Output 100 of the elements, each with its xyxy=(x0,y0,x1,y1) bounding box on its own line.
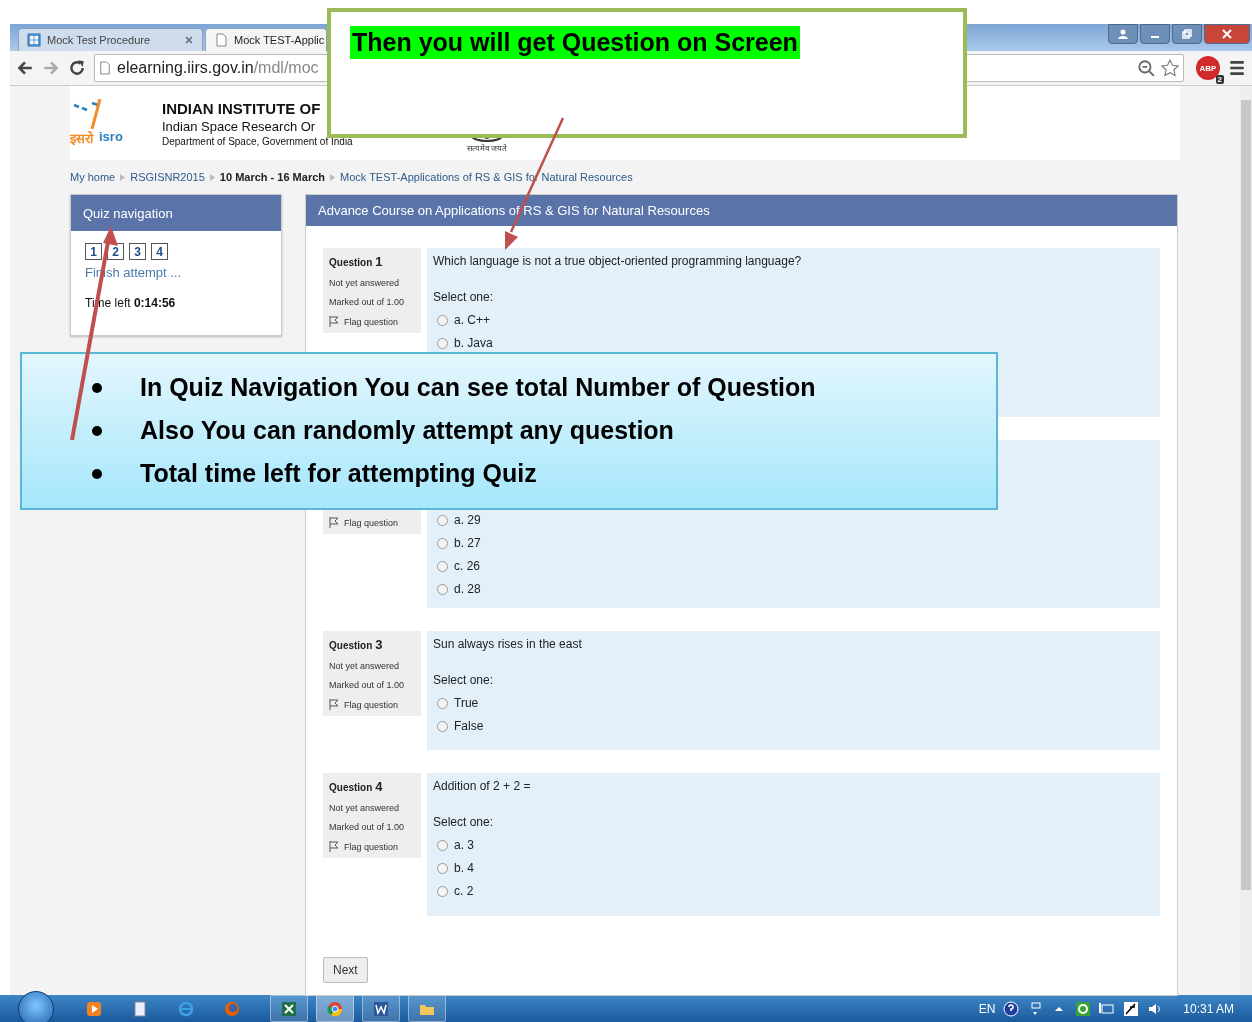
tab-title: Mock Test Procedure xyxy=(47,34,151,46)
person-icon xyxy=(1117,28,1129,40)
answer-option[interactable]: c. 2 xyxy=(433,884,1154,898)
bullet-icon xyxy=(92,468,102,479)
answer-option[interactable]: d. 28 xyxy=(433,582,1154,596)
breadcrumb-link[interactable]: My home xyxy=(70,171,116,183)
language-indicator[interactable]: EN xyxy=(978,1001,996,1016)
institute-title: INDIAN INSTITUTE OF xyxy=(162,99,322,117)
bullet-icon xyxy=(92,425,102,436)
page-icon xyxy=(214,33,228,47)
question-number-button[interactable]: 3 xyxy=(129,243,146,260)
answer-option[interactable]: False xyxy=(433,719,1154,733)
zoom-icon[interactable] xyxy=(1137,59,1155,77)
menu-icon[interactable] xyxy=(1228,59,1246,77)
radio-button[interactable] xyxy=(437,720,448,732)
browser-tab[interactable]: Mock Test Procedure xyxy=(18,28,203,51)
flag-question-link[interactable]: Flag question xyxy=(329,841,415,852)
url-text: elearning.iirs.gov.in/mdl/moc xyxy=(117,59,319,77)
web-browser-app-button[interactable] xyxy=(316,995,354,1022)
scroll-bar[interactable] xyxy=(1240,86,1252,995)
radio-button[interactable] xyxy=(437,839,448,851)
callout-text: Then you will get Question on Screen xyxy=(350,26,800,59)
answer-option[interactable]: a. 3 xyxy=(433,838,1154,852)
close-button[interactable] xyxy=(1204,24,1250,44)
answer-option[interactable]: c. 26 xyxy=(433,559,1154,573)
radio-button[interactable] xyxy=(437,537,448,549)
profile-button[interactable] xyxy=(1108,24,1138,44)
option-text: b. Java xyxy=(454,336,493,350)
badge-count: 2 xyxy=(1215,75,1224,84)
question-marks: Marked out of 1.00 xyxy=(329,822,406,832)
option-text: False xyxy=(454,719,484,733)
answer-option[interactable]: b. Java xyxy=(433,336,1154,350)
restore-button[interactable] xyxy=(1172,24,1202,44)
callout-bullet-text: Also You can randomly attempt any question xyxy=(140,416,674,445)
clock[interactable]: 10:31 AM xyxy=(1183,1001,1234,1016)
browser-tab[interactable]: Mock TEST-Applic xyxy=(205,28,328,51)
minimize-icon xyxy=(1151,36,1159,38)
radio-button[interactable] xyxy=(437,514,448,526)
separator-icon xyxy=(120,173,126,181)
bullet-icon xyxy=(92,382,102,393)
answer-option[interactable]: True xyxy=(433,696,1154,710)
option-text: c. 26 xyxy=(454,559,480,573)
flag-icon xyxy=(329,699,339,710)
network-icon[interactable] xyxy=(1099,1000,1116,1017)
q-app-icon[interactable] xyxy=(1075,1000,1092,1017)
next-button[interactable]: Next xyxy=(323,957,368,983)
course-title: Advance Course on Applications of RS & GIS for Natural Resources xyxy=(306,195,1177,226)
question-status: Not yet answered xyxy=(329,661,401,671)
radio-button[interactable] xyxy=(437,583,448,595)
radio-button[interactable] xyxy=(437,697,448,709)
radio-button[interactable] xyxy=(437,337,448,349)
question-status: Not yet answered xyxy=(329,278,401,288)
word-processor-app-button[interactable] xyxy=(362,995,400,1022)
back-icon[interactable] xyxy=(16,59,34,77)
flag-icon xyxy=(329,316,339,327)
answer-option[interactable]: b. 27 xyxy=(433,536,1154,550)
flag-icon xyxy=(329,517,339,528)
spreadsheet-x-icon xyxy=(281,1000,297,1017)
reload-icon[interactable] xyxy=(68,59,86,77)
separator-icon xyxy=(209,173,215,181)
folder-app-button[interactable] xyxy=(408,995,446,1022)
question-number: Question 1 xyxy=(329,254,384,269)
breadcrumb-link[interactable]: RSGISNR2015 xyxy=(130,171,205,183)
time-left-value: 0:14:56 xyxy=(133,296,176,310)
minimize-button[interactable] xyxy=(1140,24,1170,44)
question-number-button[interactable]: 4 xyxy=(151,243,168,260)
option-text: b. 4 xyxy=(454,861,474,875)
answer-option[interactable]: a. C++ xyxy=(433,313,1154,327)
radio-button[interactable] xyxy=(437,560,448,572)
pen-icon[interactable] xyxy=(1123,1000,1140,1017)
spreadsheet-app-button[interactable] xyxy=(270,995,308,1022)
department-text: Department of Space, Government of India xyxy=(162,135,354,147)
answer-option[interactable]: a. 29 xyxy=(433,513,1154,527)
select-one-label: Select one: xyxy=(433,673,495,687)
question-text: Sun always rises in the east xyxy=(433,637,583,651)
flag-icon xyxy=(329,841,339,852)
radio-button[interactable] xyxy=(437,862,448,874)
answer-option[interactable]: b. 4 xyxy=(433,861,1154,875)
close-icon[interactable] xyxy=(184,35,194,45)
breadcrumb-link[interactable]: 10 March - 16 March xyxy=(219,171,325,183)
star-icon[interactable] xyxy=(1161,59,1179,77)
flag-question-link[interactable]: Flag question xyxy=(329,517,415,528)
notepad-icon[interactable] xyxy=(132,1000,148,1017)
flag-question-link[interactable]: Flag question xyxy=(329,316,415,327)
radio-button[interactable] xyxy=(437,314,448,326)
radio-button[interactable] xyxy=(437,885,448,897)
extension-label: ABP xyxy=(1199,63,1217,73)
question-number: Question 3 xyxy=(329,637,384,652)
question-number-button[interactable]: 1 xyxy=(85,243,102,260)
separator-icon xyxy=(330,173,335,181)
option-text: d. 28 xyxy=(454,582,481,596)
logo-drawing: इसरो isro xyxy=(70,99,162,147)
grid-page-icon xyxy=(27,33,41,47)
question-status: Not yet answered xyxy=(329,803,401,813)
option-text: a. C++ xyxy=(454,313,491,327)
flag-question-link[interactable]: Flag question xyxy=(329,699,415,710)
media-player-icon[interactable] xyxy=(86,1000,102,1017)
round-browser-icon xyxy=(327,1000,343,1017)
question-number: Question 4 xyxy=(329,779,384,794)
help-icon[interactable] xyxy=(1003,1000,1020,1017)
